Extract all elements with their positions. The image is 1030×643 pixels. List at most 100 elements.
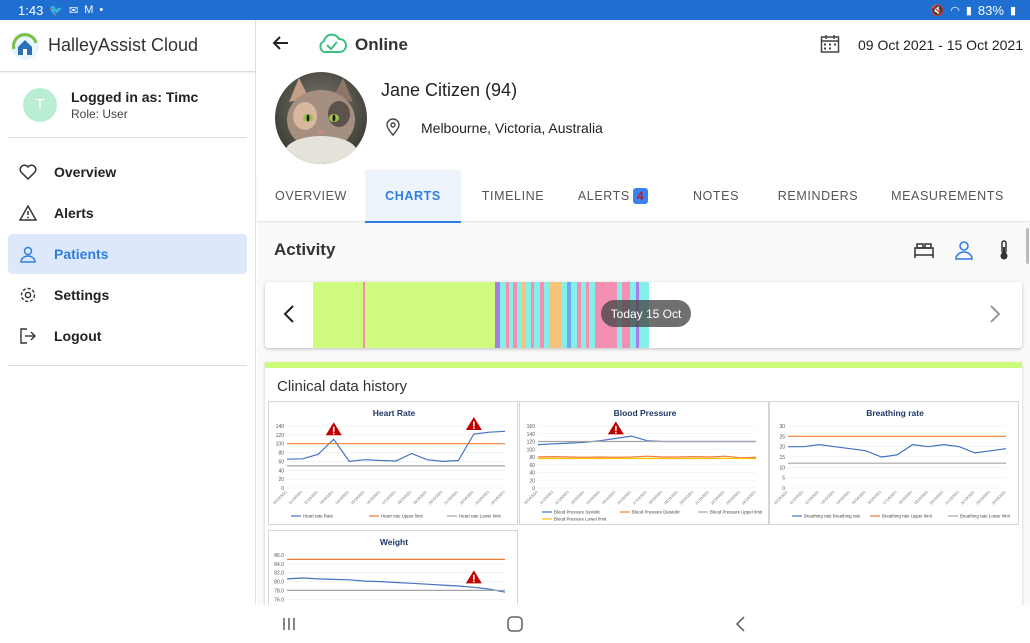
x-tick-label: 12/10/2021 [804,490,820,506]
y-tick-label: 160 [527,424,536,430]
sidebar-item-label: Logout [54,328,102,344]
recent-apps-icon[interactable] [280,615,298,633]
x-tick-label: 20/10/2021 [679,490,695,506]
top-bar: Online 09 Oct 2021 - 15 Oct 2021 [257,20,1030,68]
charts-content: Activity Today 15 Oct Clinical data hist… [257,223,1030,643]
person-icon[interactable] [953,239,975,261]
date-range[interactable]: 09 Oct 2021 - 15 Oct 2021 [858,37,1023,53]
y-tick-label: 15 [779,455,785,461]
x-tick-label: 15/10/2021 [851,490,867,506]
x-tick-label: 21/10/2021 [443,490,459,506]
status-time: 1:43 [18,2,44,18]
mail-icon: ✉ [69,4,79,17]
x-tick-label: 19/10/2021 [913,490,929,506]
tab-overview[interactable]: OVERVIEW [257,170,365,222]
tab-label: REMINDERS [777,189,859,203]
x-tick-label: 20/10/2021 [428,490,444,506]
activity-segment [313,282,363,348]
alert-warning-dot [615,431,617,434]
thermometer-icon[interactable] [993,239,1015,261]
role-label: Role: User [71,106,128,121]
tab-label: ALERTS [577,189,630,203]
back-icon[interactable] [732,615,750,633]
y-tick-label: 20 [529,478,535,484]
sidebar-item-label: Patients [54,246,109,262]
tab-timeline[interactable]: TIMELINE [461,170,565,222]
breathing-rate-chart: Breathing rate 0 5 10 15 20 25 30 10/10/2021 11/1… [769,401,1019,525]
person-icon [18,244,38,264]
bed-icon[interactable] [913,239,935,261]
x-tick-label: 19/10/2021 [412,490,428,506]
sidebar-item-settings[interactable]: Settings [8,275,247,315]
y-tick-label: 140 [527,432,536,438]
tab-label: MEASUREMENTS [891,189,1004,203]
calendar-icon[interactable] [820,34,840,54]
cloud-check-icon [319,33,347,53]
x-tick-label: 15/10/2021 [350,490,366,506]
tab-alerts[interactable]: ALERTS 4 [565,170,661,222]
series-line [537,435,756,446]
y-tick-label: 20 [278,477,284,483]
tab-charts[interactable]: CHARTS [365,170,461,223]
activity-segment [549,282,561,348]
sidebar-item-patients[interactable]: Patients [8,234,247,274]
x-tick-label: 20/10/2021 [929,490,945,506]
brand: HalleyAssist Cloud [0,20,255,72]
sidebar-item-overview[interactable]: Overview [8,152,247,192]
y-tick-label: 40 [278,468,284,474]
tab-reminders[interactable]: REMINDERS [771,170,865,222]
chart-title: Weight [380,537,408,547]
legend-label: Blood Pressure Upper limit [710,510,763,515]
home-icon[interactable] [506,615,524,633]
chart-title: Breathing rate [866,408,924,418]
x-tick-label: 11/10/2021 [789,490,804,505]
x-tick-label: 11/10/2021 [288,490,303,505]
battery-level: 83% [977,2,1004,18]
y-tick-label: 5 [782,476,785,482]
activity-title: Activity [274,240,336,259]
x-tick-label: 21/10/2021 [694,490,710,506]
legend-label: Blood Pressure Systolic [554,510,601,515]
alert-warning-mark [473,421,475,427]
y-tick-label: 80 [278,451,284,457]
tab-measurements[interactable]: MEASUREMENTS [865,170,1030,222]
sidebar: HalleyAssist Cloud T Logged in as: Timc … [0,20,256,605]
wifi-icon: ◠ [950,4,960,17]
patient-tabs: OVERVIEW CHARTS TIMELINE ALERTS 4 NOTES R… [257,170,1030,223]
sidebar-item-label: Settings [54,287,110,303]
tab-label: CHARTS [385,189,441,203]
scrollbar[interactable] [1026,228,1029,264]
gear-icon [18,285,38,305]
y-tick-label: 120 [276,433,285,439]
x-tick-label: 10/10/2021 [272,490,288,506]
back-arrow-icon[interactable] [271,33,291,53]
app-name: HalleyAssist Cloud [48,35,199,55]
patient-name: Jane Citizen (94) [381,80,518,100]
main-panel: Online 09 Oct 2021 - 15 Oct 2021 Jane Ci… [257,20,1030,643]
x-tick-label: 10/10/2021 [523,490,539,506]
chevron-left-icon[interactable] [283,304,295,324]
legend-label: Blood Pressure Diastolic [632,510,681,515]
connection-status: Online [355,35,408,54]
x-tick-label: 16/10/2021 [366,490,382,506]
tab-notes[interactable]: NOTES [661,170,771,222]
chevron-right-icon[interactable] [989,304,1001,324]
sidebar-item-alerts[interactable]: Alerts [8,193,247,233]
sidebar-item-logout[interactable]: Logout [8,316,247,356]
patient-header: Jane Citizen (94) Melbourne, Victoria, A… [275,72,603,164]
x-tick-label: 23/10/2021 [726,490,742,506]
x-tick-label: 23/10/2021 [475,490,491,506]
alert-warning-mark [473,574,475,580]
logout-icon [18,326,38,346]
x-tick-label: 17/10/2021 [381,490,397,506]
x-tick-label: 13/10/2021 [319,490,335,506]
sidebar-item-label: Alerts [54,205,94,221]
x-tick-label: 13/10/2021 [570,490,586,506]
y-tick-label: 25 [779,434,785,440]
alert-warning-mark [332,426,335,432]
x-tick-label: 13/10/2021 [820,490,836,506]
x-tick-label: 24/10/2021 [490,490,506,506]
clinical-title: Clinical data history [277,378,408,395]
legend-label: Heart rate Rate [303,514,334,519]
tab-label: NOTES [692,189,740,203]
